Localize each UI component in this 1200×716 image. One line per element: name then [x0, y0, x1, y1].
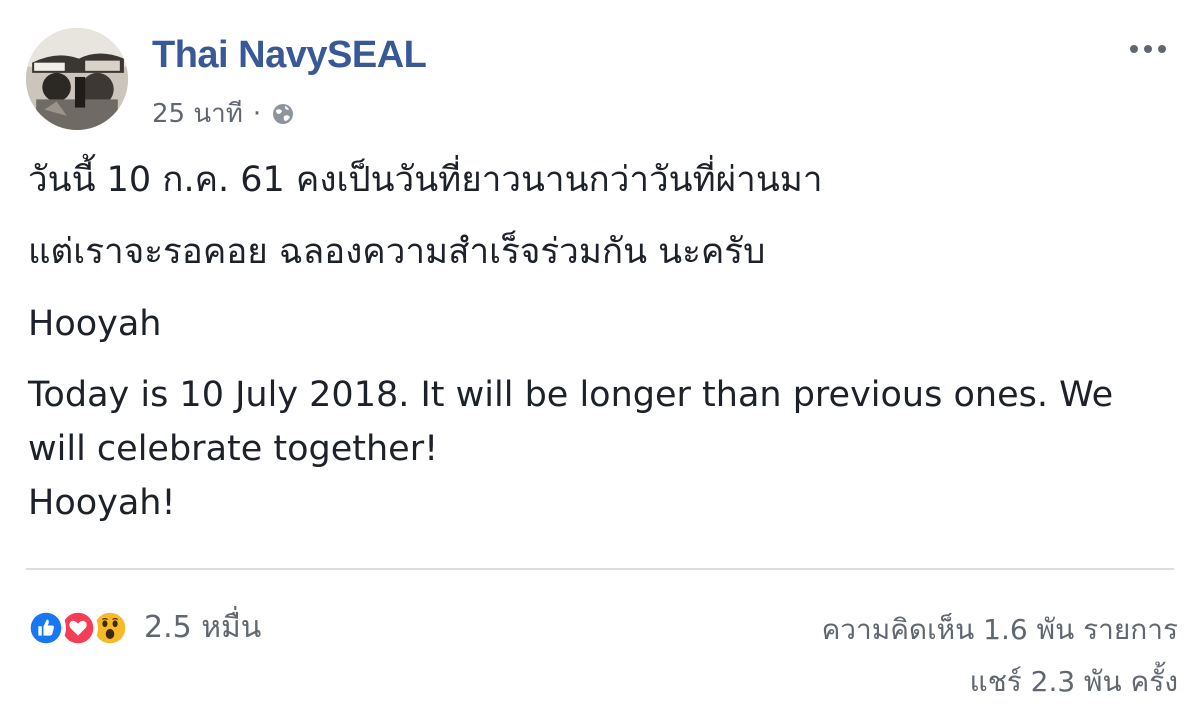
post-text: วันนี้ 10 ก.ค. 61 คงเป็นวันที่ยาวนานกว่า… — [28, 152, 1178, 530]
engagement-stats: ความคิดเห็น 1.6 พัน รายการ แชร์ 2.3 พัน … — [822, 604, 1178, 708]
avatar[interactable] — [26, 28, 128, 130]
post-line-en-3: Hooyah! — [28, 483, 176, 523]
post-line-th-3: Hooyah — [28, 304, 162, 344]
shares-count[interactable]: แชร์ 2.3 พัน ครั้ง — [822, 656, 1178, 708]
author-name[interactable]: Thai NavySEAL — [152, 34, 427, 77]
like-icon[interactable] — [26, 607, 66, 648]
globe-icon[interactable] — [271, 102, 295, 126]
meta-separator: · — [252, 98, 262, 129]
more-options-icon[interactable] — [1126, 34, 1170, 64]
comments-count[interactable]: ความคิดเห็น 1.6 พัน รายการ — [822, 604, 1178, 656]
reactions-summary[interactable]: 2.5 หมื่น — [26, 604, 261, 651]
post-line-th-1: วันนี้ 10 ก.ค. 61 คงเป็นวันที่ยาวนานกว่า… — [28, 160, 823, 200]
post-time[interactable]: 25 นาที — [152, 93, 243, 134]
facebook-post: Thai NavySEAL 25 นาที · วันนี้ 10 ก.ค. 6… — [0, 0, 1200, 716]
avatar-image — [26, 28, 128, 130]
post-line-th-2: แต่เราจะรอคอย ฉลองความสำเร็จร่วมกัน นะคร… — [28, 232, 766, 272]
post-line-en-2: will celebrate together! — [28, 429, 439, 469]
reaction-count[interactable]: 2.5 หมื่น — [144, 604, 261, 651]
post-line-en-1: Today is 10 July 2018. It will be longer… — [28, 375, 1114, 415]
divider — [26, 568, 1174, 570]
post-meta: 25 นาที · — [152, 93, 295, 134]
